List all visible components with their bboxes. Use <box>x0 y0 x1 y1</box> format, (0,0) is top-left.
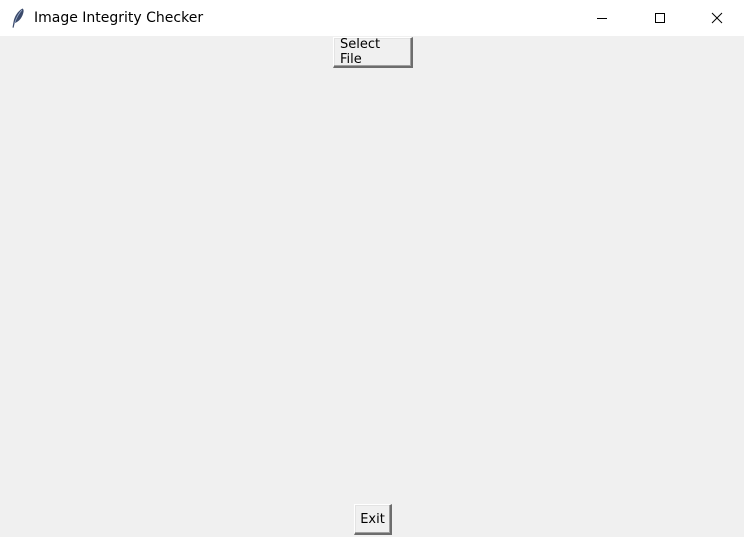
minimize-button[interactable] <box>573 0 631 36</box>
close-button[interactable] <box>689 0 744 36</box>
close-icon <box>711 9 723 28</box>
exit-button[interactable]: Exit <box>354 504 392 535</box>
main-content: Select File Exit <box>0 36 744 537</box>
app-window: Image Integrity Checker Select File Exit <box>0 0 744 537</box>
feather-icon <box>10 7 26 29</box>
window-title: Image Integrity Checker <box>34 10 204 26</box>
title-bar[interactable]: Image Integrity Checker <box>0 0 744 36</box>
maximize-icon <box>654 9 666 28</box>
minimize-icon <box>596 9 608 28</box>
select-file-button[interactable]: Select File <box>333 37 413 68</box>
maximize-button[interactable] <box>631 0 689 36</box>
